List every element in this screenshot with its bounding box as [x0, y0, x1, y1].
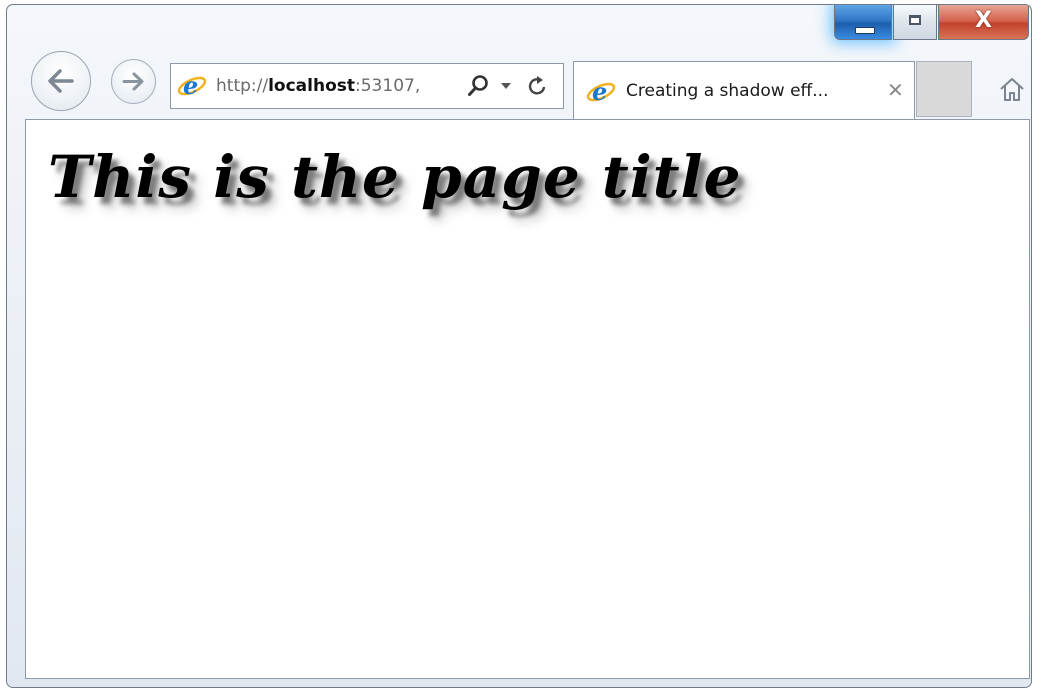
forward-arrow-icon [122, 72, 144, 91]
maximize-button[interactable] [893, 5, 937, 40]
tab-title: Creating a shadow eff... [626, 81, 829, 101]
new-tab-button[interactable] [916, 61, 972, 117]
internet-explorer-icon: e [586, 78, 616, 106]
chevron-down-icon[interactable] [499, 81, 513, 91]
page-content: This is the page title [25, 119, 1030, 679]
tab-close-icon[interactable]: ✕ [887, 78, 904, 102]
search-icon[interactable] [466, 74, 490, 98]
svg-text:e: e [183, 72, 198, 100]
svg-text:e: e [592, 78, 607, 106]
minimize-icon [855, 27, 875, 34]
tab-active[interactable]: e Creating a shadow eff... ✕ [573, 61, 915, 119]
browser-window: X e http://localhost:53107, e Creating a… [6, 4, 1032, 688]
home-icon[interactable] [997, 75, 1027, 103]
page-title: This is the page title [48, 143, 742, 211]
close-window-button[interactable]: X [938, 5, 1029, 40]
forward-button[interactable] [111, 59, 156, 104]
back-button[interactable] [31, 51, 91, 111]
internet-explorer-icon: e [177, 72, 207, 100]
window-caption-buttons: X [834, 5, 1029, 49]
close-icon: X [975, 8, 992, 33]
back-arrow-icon [48, 69, 74, 93]
url-text[interactable]: http://localhost:53107, [216, 76, 456, 96]
restore-icon [909, 15, 921, 25]
refresh-icon[interactable] [526, 74, 550, 98]
address-bar[interactable]: e http://localhost:53107, [170, 63, 564, 109]
minimize-button[interactable] [834, 5, 892, 40]
